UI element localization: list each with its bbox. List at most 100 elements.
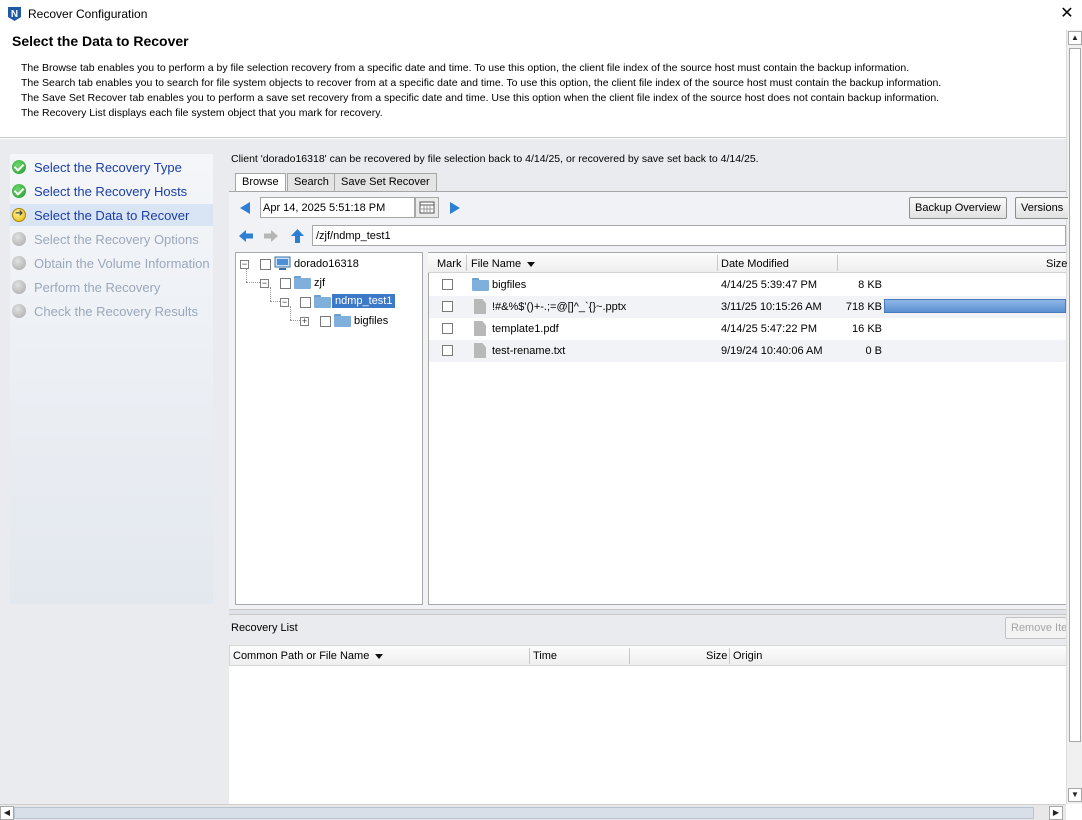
file-icon	[474, 343, 486, 358]
column-date-modified[interactable]: Date Modified	[721, 258, 789, 270]
column-common-path[interactable]: Common Path or File Name	[233, 650, 384, 662]
file-table-header: Mark File Name Date Modified Size	[428, 253, 1067, 273]
file-date: 4/14/25 5:47:22 PM	[721, 323, 818, 335]
remove-item-button[interactable]: Remove Item	[1005, 617, 1066, 639]
horizontal-scroll-thumb[interactable]	[14, 807, 1034, 819]
scroll-down-icon[interactable]: ▼	[1068, 788, 1082, 802]
backup-overview-button[interactable]: Backup Overview	[909, 197, 1007, 219]
mark-checkbox[interactable]	[442, 323, 453, 334]
tree-node-zjf[interactable]: − zjf	[260, 275, 420, 293]
sort-descending-icon	[527, 261, 536, 267]
calendar-button[interactable]	[415, 197, 439, 218]
column-time[interactable]: Time	[533, 650, 557, 662]
file-size: 0 B	[865, 345, 882, 357]
calendar-icon	[419, 201, 435, 214]
file-date: 3/11/25 10:15:26 AM	[721, 301, 822, 313]
table-row[interactable]: !#&%$'()+-.;=@[]^_`{}~.pptx 3/11/25 10:1…	[429, 296, 1066, 318]
path-input[interactable]	[312, 225, 1066, 246]
close-icon[interactable]: ✕	[1056, 3, 1078, 25]
scroll-up-icon[interactable]: ▲	[1068, 31, 1082, 45]
step-label: Select the Recovery Options	[34, 232, 199, 247]
column-mark[interactable]: Mark	[437, 258, 461, 270]
scroll-left-icon[interactable]: ◀	[0, 806, 14, 820]
step-recovery-type[interactable]: Select the Recovery Type	[10, 156, 213, 178]
horizontal-scrollbar[interactable]: ◀ ▶	[0, 804, 1066, 820]
previous-date-arrow-icon[interactable]	[238, 201, 252, 215]
pending-step-icon	[12, 232, 26, 246]
mark-checkbox[interactable]	[442, 345, 453, 356]
step-data-to-recover[interactable]: Select the Data to Recover	[10, 204, 213, 226]
step-label: Check the Recovery Results	[34, 304, 199, 319]
step-label: Select the Recovery Hosts	[34, 184, 188, 199]
step-label: Obtain the Volume Information	[34, 256, 210, 271]
window-title: Recover Configuration	[28, 7, 148, 21]
collapse-icon[interactable]: −	[280, 298, 289, 307]
back-arrow-icon[interactable]	[238, 229, 254, 243]
description-recovery-list: The Recovery List displays each file sys…	[21, 107, 383, 119]
step-perform-recovery: Perform the Recovery	[10, 276, 213, 298]
expand-icon[interactable]: +	[300, 317, 309, 326]
tab-search[interactable]: Search	[287, 173, 336, 191]
next-date-arrow-icon[interactable]	[448, 201, 462, 215]
collapse-icon[interactable]: −	[260, 279, 269, 288]
scroll-right-icon[interactable]: ▶	[1049, 806, 1063, 820]
versions-button[interactable]: Versions	[1015, 197, 1069, 219]
description-search: The Search tab enables you to search for…	[21, 77, 942, 89]
file-name: template1.pdf	[492, 323, 559, 335]
file-size: 8 KB	[858, 279, 882, 291]
column-file-name[interactable]: File Name	[471, 258, 536, 270]
column-file-name-label: File Name	[471, 258, 522, 270]
step-volume-information: Obtain the Volume Information	[10, 252, 213, 274]
table-row[interactable]: template1.pdf 4/14/25 5:47:22 PM 16 KB	[429, 318, 1066, 340]
vertical-scroll-thumb[interactable]	[1069, 48, 1081, 742]
table-row[interactable]: bigfiles 4/14/25 5:39:47 PM 8 KB	[429, 274, 1066, 296]
tree-node-dorado16318[interactable]: − dorado16318	[240, 256, 420, 274]
client-info-text: Client 'dorado16318' can be recovered by…	[231, 153, 759, 165]
column-size[interactable]: Size	[706, 650, 727, 662]
file-date: 4/14/25 5:39:47 PM	[721, 279, 818, 291]
mark-checkbox[interactable]	[442, 279, 453, 290]
folder-icon	[294, 276, 311, 289]
recovery-list-title: Recovery List	[231, 622, 298, 634]
size-bar	[884, 299, 1066, 313]
tree-label-selected: ndmp_test1	[332, 294, 396, 308]
file-name: !#&%$'()+-.;=@[]^_`{}~.pptx	[492, 301, 627, 313]
file-name: test-rename.txt	[492, 345, 566, 357]
tree-label: bigfiles	[354, 315, 389, 327]
tree-checkbox[interactable]	[300, 297, 311, 308]
networker-app-icon: N	[8, 7, 21, 21]
column-common-path-label: Common Path or File Name	[233, 650, 370, 662]
current-step-arrow-icon	[12, 208, 26, 222]
vertical-scrollbar[interactable]: ▲ ▼	[1066, 30, 1082, 804]
column-size[interactable]: Size	[1046, 258, 1067, 270]
description-browse: The Browse tab enables you to perform a …	[21, 62, 910, 74]
pending-step-icon	[12, 280, 26, 294]
recovery-list-body	[229, 666, 1066, 804]
file-date: 9/19/24 10:40:06 AM	[721, 345, 823, 357]
tree-checkbox[interactable]	[280, 278, 291, 289]
page-title: Select the Data to Recover	[12, 33, 189, 49]
folder-icon	[314, 295, 331, 308]
step-recovery-hosts[interactable]: Select the Recovery Hosts	[10, 180, 213, 202]
date-input[interactable]	[260, 197, 415, 218]
tree-checkbox[interactable]	[260, 259, 271, 270]
tab-save-set-recover[interactable]: Save Set Recover	[334, 173, 437, 191]
column-origin[interactable]: Origin	[733, 650, 762, 662]
sort-descending-icon	[375, 653, 384, 659]
file-icon	[474, 299, 486, 314]
tree-node-ndmp-test1[interactable]: − ndmp_test1	[280, 294, 420, 312]
pending-step-icon	[12, 304, 26, 318]
table-row[interactable]: test-rename.txt 9/19/24 10:40:06 AM 0 B	[429, 340, 1066, 362]
tree-node-bigfiles[interactable]: + bigfiles	[300, 313, 420, 331]
file-size: 718 KB	[845, 301, 882, 313]
mark-checkbox[interactable]	[442, 301, 453, 312]
up-folder-arrow-icon[interactable]	[290, 228, 305, 244]
forward-arrow-icon	[264, 230, 278, 242]
panel-splitter[interactable]	[229, 609, 1066, 615]
file-tree: − dorado16318 − zjf − ndmp_test1 + bigfi…	[235, 252, 423, 605]
tab-browse[interactable]: Browse	[235, 173, 286, 192]
tree-checkbox[interactable]	[320, 316, 331, 327]
collapse-icon[interactable]: −	[240, 260, 249, 269]
step-label: Select the Data to Recover	[34, 208, 190, 223]
description-save-set: The Save Set Recover tab enables you to …	[21, 92, 940, 104]
